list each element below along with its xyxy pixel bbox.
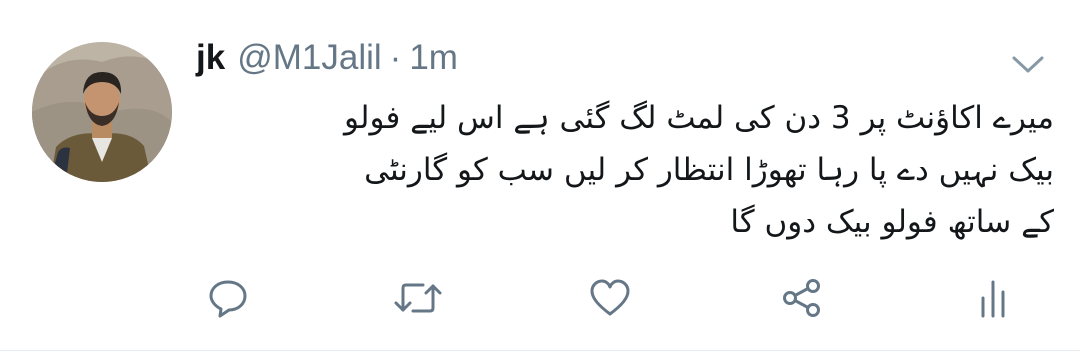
analytics-button[interactable]: [965, 270, 1021, 326]
reply-button[interactable]: [200, 270, 256, 326]
retweet-icon: [394, 283, 442, 313]
timestamp[interactable]: 1m: [409, 38, 458, 78]
user-handle[interactable]: @M1Jalil: [237, 38, 381, 78]
divider: [0, 350, 1080, 351]
analytics-icon: [981, 280, 1005, 318]
avatar-image: [32, 42, 172, 182]
avatar[interactable]: [32, 42, 172, 182]
display-name[interactable]: jk: [196, 38, 225, 78]
like-button[interactable]: [582, 270, 638, 326]
tweet-header: jk @M1Jalil · 1m: [196, 38, 458, 82]
chevron-down-icon[interactable]: [1006, 48, 1050, 78]
tweet-text-line: کے ساتھ فولو بیک دوں گا: [730, 204, 1054, 240]
tweet-text-line: بیک نہیں دے پا رہا تھوڑا انتظار کر لیں س…: [364, 152, 1054, 188]
share-button[interactable]: [774, 270, 830, 326]
heart-icon: [590, 279, 630, 316]
tweet-text: میرے اکاؤنٹ پر 3 دن کی لمٹ لگ گئی ہے اس …: [344, 92, 1054, 248]
retweet-button[interactable]: [390, 270, 446, 326]
tweet[interactable]: jk @M1Jalil · 1m میرے اکاؤنٹ پر 3 دن کی …: [0, 0, 1080, 360]
tweet-text-line: میرے اکاؤنٹ پر 3 دن کی لمٹ لگ گئی ہے اس …: [344, 100, 1054, 136]
separator-dot: ·: [389, 38, 402, 77]
reply-icon: [209, 280, 247, 318]
tweet-actions: [0, 270, 1080, 326]
share-icon: [783, 279, 820, 317]
